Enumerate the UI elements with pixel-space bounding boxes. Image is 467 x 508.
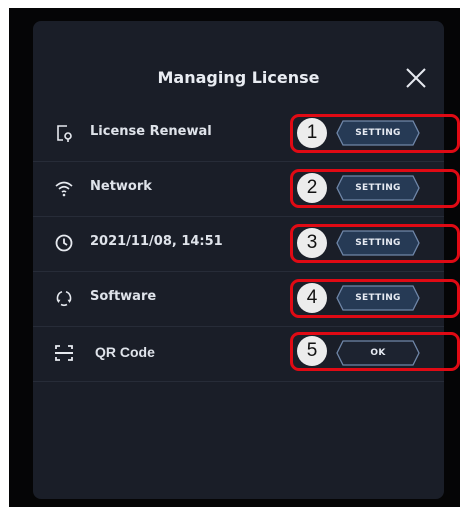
dialog-title: Managing License bbox=[157, 68, 320, 87]
qr-code-label: QR Code bbox=[95, 344, 155, 360]
wifi-icon bbox=[55, 181, 73, 197]
step-marker-4: 4 bbox=[297, 283, 327, 313]
date-time-label: 2021/11/08, 14:51 bbox=[90, 234, 223, 249]
refresh-icon bbox=[56, 291, 72, 307]
software-label: Software bbox=[90, 289, 157, 304]
clock-icon bbox=[55, 234, 73, 252]
step-marker-1: 1 bbox=[297, 118, 327, 148]
step-marker-3: 3 bbox=[297, 228, 327, 258]
close-icon bbox=[406, 68, 426, 88]
license-renewal-label: License Renewal bbox=[90, 124, 212, 139]
license-renewal-icon bbox=[57, 125, 72, 142]
step-marker-2: 2 bbox=[297, 173, 327, 203]
qr-scan-icon bbox=[55, 345, 73, 361]
close-button[interactable] bbox=[404, 66, 428, 90]
network-label: Network bbox=[90, 179, 152, 194]
step-marker-5: 5 bbox=[297, 336, 327, 366]
